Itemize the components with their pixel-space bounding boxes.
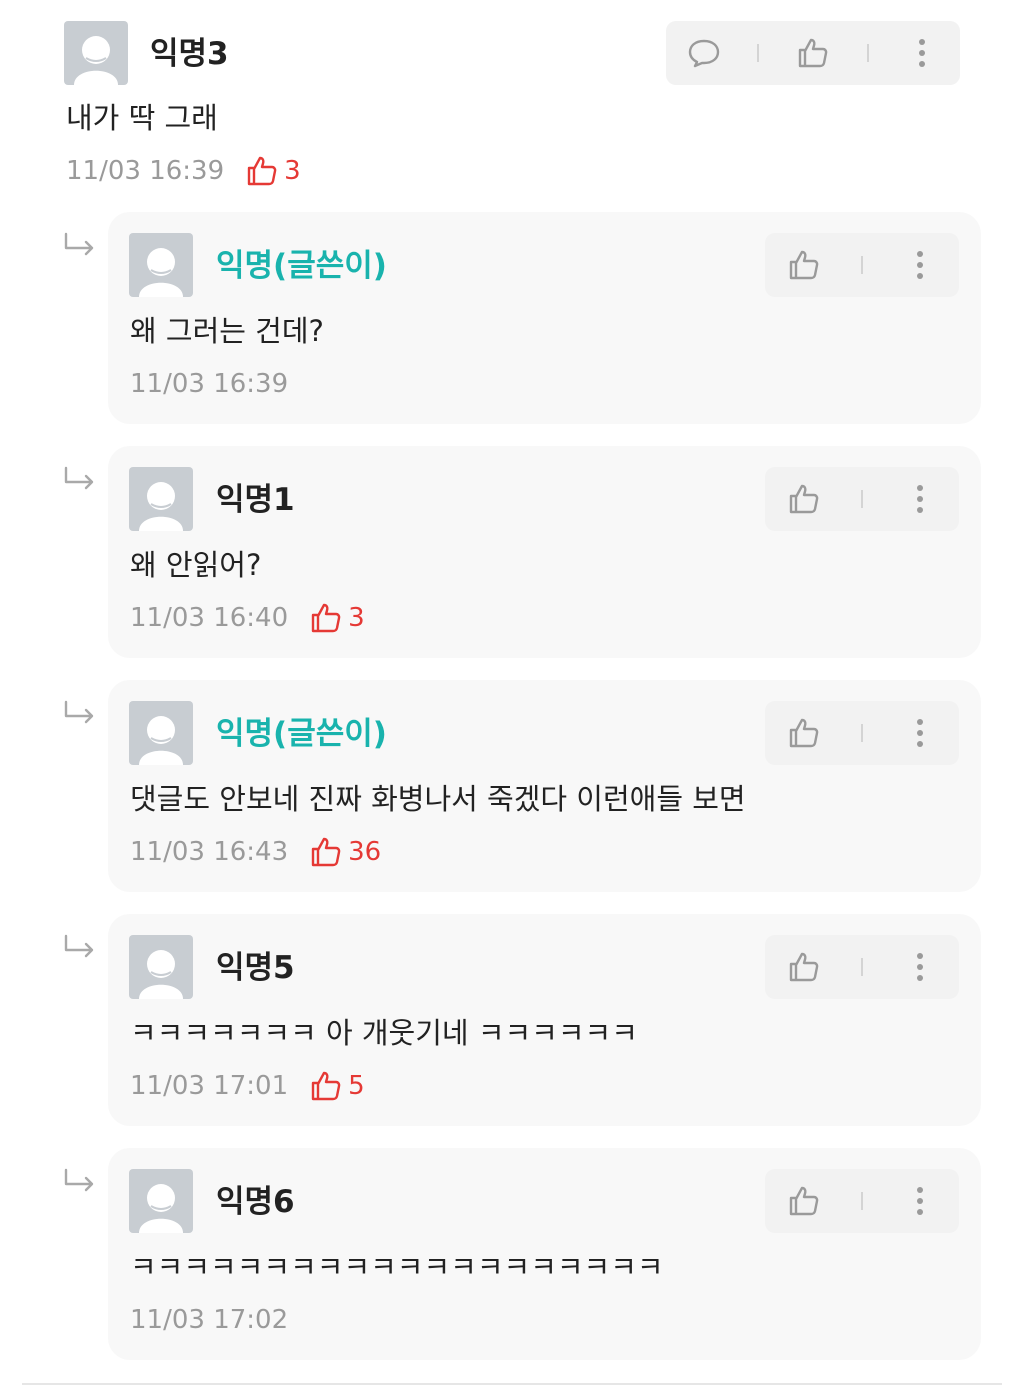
vote-count: 36: [348, 837, 382, 867]
vertical-dots-icon: [919, 39, 926, 67]
vote-count-badge: 3: [246, 155, 301, 187]
avatar: [64, 21, 128, 85]
like-button[interactable]: [791, 31, 835, 75]
reply-text: 왜 그러는 건데?: [130, 314, 324, 348]
vote-count-badge: 5: [310, 1070, 365, 1102]
thumbs-up-icon: [311, 603, 341, 633]
thumbs-up-icon: [247, 156, 277, 186]
divider: [22, 1383, 1002, 1385]
divider: [860, 256, 863, 274]
avatar: [129, 233, 193, 297]
thumbs-up-icon: [790, 1186, 819, 1216]
comment-author-name: 익명3: [150, 36, 229, 72]
thumbs-up-icon: [798, 38, 828, 68]
thumbs-up-icon: [790, 484, 819, 514]
reply-arrow-icon: [64, 934, 94, 958]
vertical-dots-icon: [916, 953, 923, 981]
comment-text: 내가 딱 그래: [66, 101, 218, 135]
reply-text: ㅋㅋㅋㅋㅋㅋㅋ 아 개웃기네 ㅋㅋㅋㅋㅋㅋ: [130, 1016, 638, 1050]
vote-count: 3: [348, 603, 365, 633]
vertical-dots-icon: [916, 719, 923, 747]
reply-comment-button[interactable]: [682, 31, 726, 75]
divider: [860, 490, 863, 508]
vote-count-badge: 3: [310, 602, 365, 634]
thumbs-up-icon: [311, 837, 341, 867]
vertical-dots-icon: [916, 251, 923, 279]
reply-arrow-icon: [64, 466, 94, 490]
reply-timestamp: 11/03 17:01: [130, 1071, 289, 1101]
reply-meta: 11/03 16:39: [130, 367, 288, 401]
comment-action-bar: [666, 21, 960, 85]
reply-action-bar: [765, 935, 959, 999]
reply-action-bar: [765, 1169, 959, 1233]
reply-timestamp: 11/03 17:02: [130, 1305, 289, 1335]
more-options-button[interactable]: [898, 1179, 942, 1223]
reply-author-name: 익명6: [216, 1184, 295, 1220]
more-options-button[interactable]: [898, 945, 942, 989]
reply-timestamp: 11/03 16:43: [130, 837, 289, 867]
reply-arrow-icon: [64, 700, 94, 724]
reply-timestamp: 11/03 16:39: [130, 369, 289, 399]
comment-timestamp: 11/03 16:39: [66, 156, 225, 186]
thumbs-up-icon: [311, 1071, 341, 1101]
divider: [860, 1192, 863, 1210]
vertical-dots-icon: [916, 485, 923, 513]
reply-meta: 11/03 17:01 5: [130, 1069, 365, 1103]
vote-count: 5: [348, 1071, 365, 1101]
reply-card: 익명(글쓴이) 댓글도 안보네 진짜 화병나서 죽겠다 이런애들 보면 11/03 …: [108, 680, 981, 892]
avatar: [129, 467, 193, 531]
more-options-button[interactable]: [898, 243, 942, 287]
like-button[interactable]: [782, 243, 826, 287]
divider: [866, 44, 869, 62]
reply-card: 익명5 ㅋㅋㅋㅋㅋㅋㅋ 아 개웃기네 ㅋㅋㅋㅋㅋㅋ 11/03 17:01 5: [108, 914, 981, 1126]
comment-meta: 11/03 16:39 3: [66, 154, 301, 188]
thumbs-up-icon: [790, 250, 819, 280]
reply-action-bar: [765, 467, 959, 531]
vote-count-badge: 36: [310, 836, 381, 868]
reply-meta: 11/03 16:40 3: [130, 601, 365, 635]
like-button[interactable]: [782, 945, 826, 989]
reply-text: 댓글도 안보네 진짜 화병나서 죽겠다 이런애들 보면: [130, 782, 746, 816]
reply-text: ㅋㅋㅋㅋㅋㅋㅋㅋㅋㅋㅋㅋㅋㅋㅋㅋㅋㅋㅋㅋ: [130, 1250, 664, 1284]
reply-card: 익명(글쓴이) 왜 그러는 건데? 11/03 16:39: [108, 212, 981, 424]
like-button[interactable]: [782, 477, 826, 521]
reply-author-name: 익명(글쓴이): [216, 248, 387, 284]
reply-action-bar: [765, 701, 959, 765]
like-button[interactable]: [782, 711, 826, 755]
vertical-dots-icon: [916, 1187, 923, 1215]
divider: [860, 724, 863, 742]
more-options-button[interactable]: [898, 477, 942, 521]
reply-author-name: 익명(글쓴이): [216, 716, 387, 752]
vote-count: 3: [284, 156, 301, 186]
more-options-button[interactable]: [898, 711, 942, 755]
reply-author-name: 익명5: [216, 950, 295, 986]
more-options-button[interactable]: [900, 31, 944, 75]
reply-arrow-icon: [64, 232, 94, 256]
thumbs-up-icon: [790, 952, 819, 982]
reply-card: 익명6 ㅋㅋㅋㅋㅋㅋㅋㅋㅋㅋㅋㅋㅋㅋㅋㅋㅋㅋㅋㅋ 11/03 17:02: [108, 1148, 981, 1360]
speech-bubble-icon: [688, 39, 719, 68]
divider: [860, 958, 863, 976]
reply-author-name: 익명1: [216, 482, 295, 518]
reply-action-bar: [765, 233, 959, 297]
reply-arrow-icon: [64, 1168, 94, 1192]
like-button[interactable]: [782, 1179, 826, 1223]
thumbs-up-icon: [790, 718, 819, 748]
reply-meta: 11/03 17:02: [130, 1303, 288, 1337]
reply-meta: 11/03 16:43 36: [130, 835, 381, 869]
divider: [757, 44, 760, 62]
reply-card: 익명1 왜 안읽어? 11/03 16:40 3: [108, 446, 981, 658]
avatar: [129, 935, 193, 999]
reply-text: 왜 안읽어?: [130, 548, 262, 582]
avatar: [129, 701, 193, 765]
reply-timestamp: 11/03 16:40: [130, 603, 289, 633]
avatar: [129, 1169, 193, 1233]
